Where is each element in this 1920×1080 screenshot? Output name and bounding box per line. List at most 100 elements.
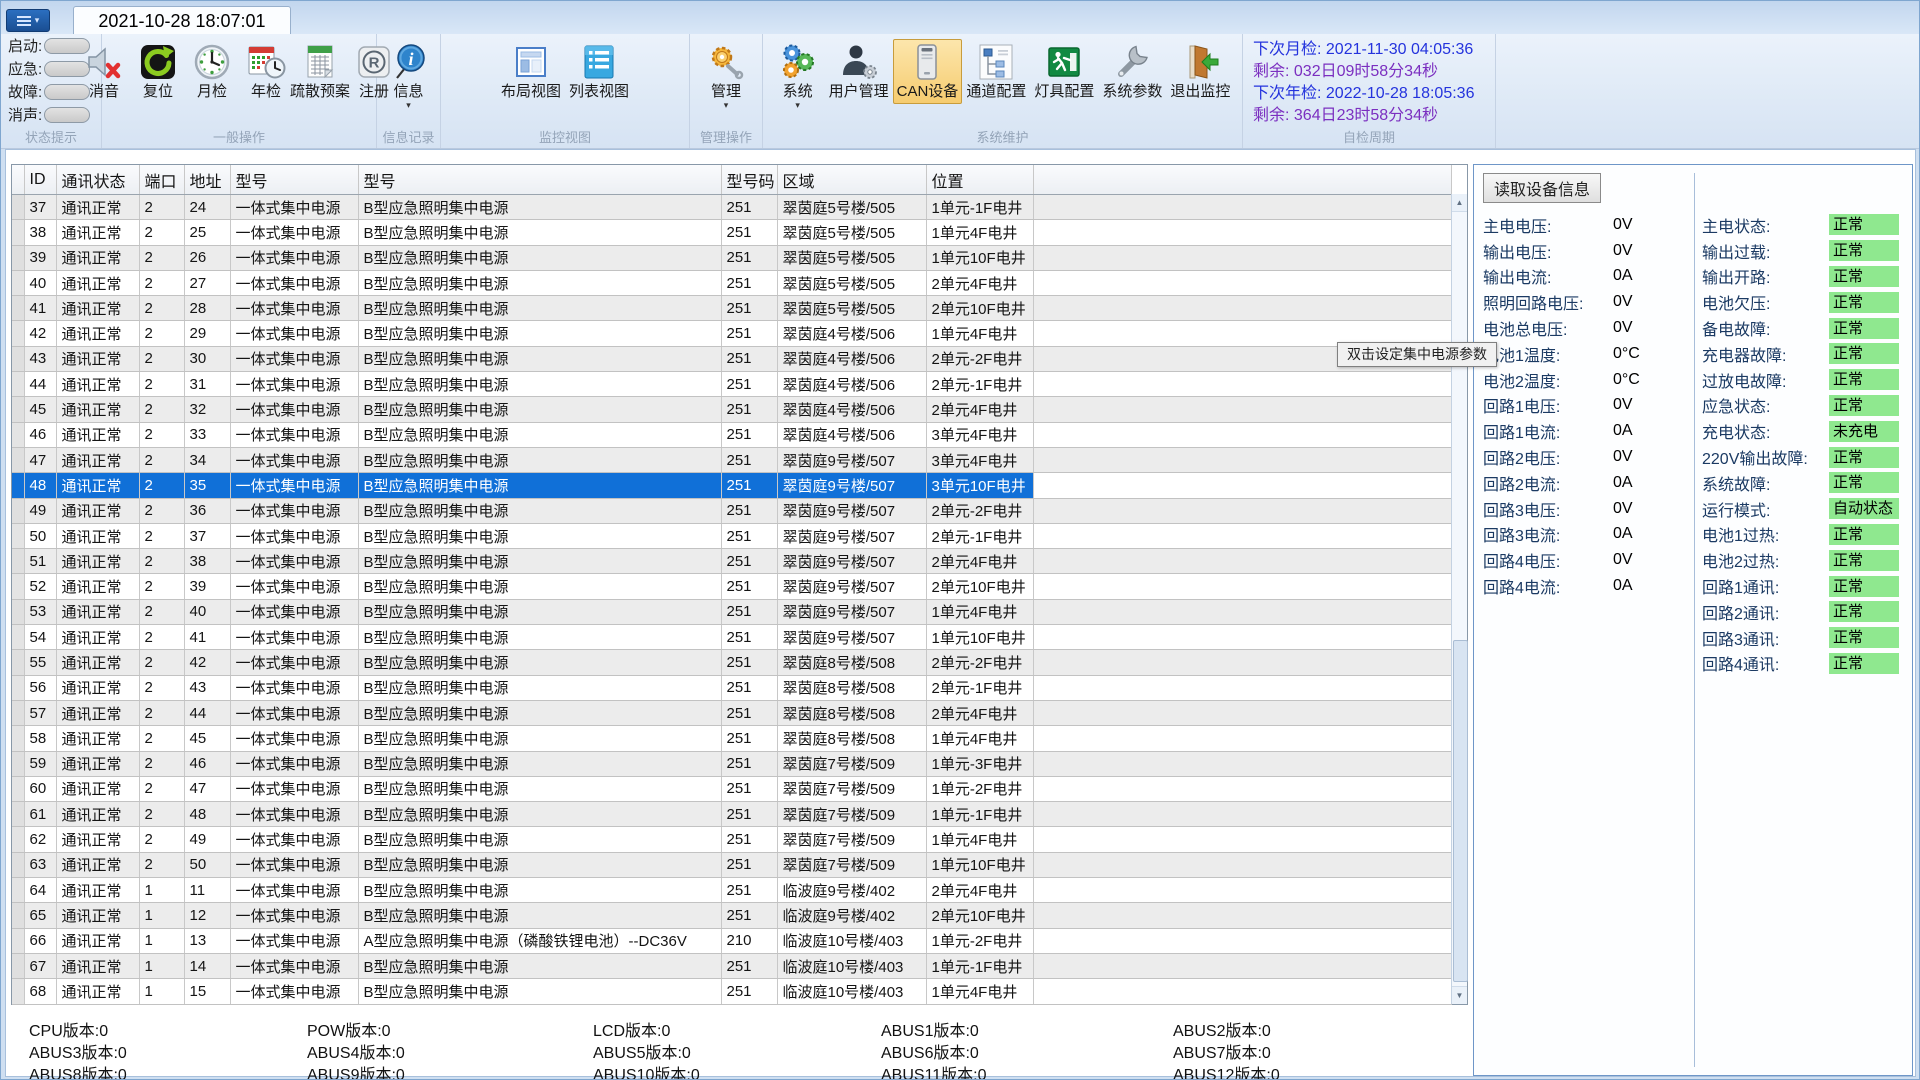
- table-row[interactable]: 65通讯正常112一体式集中电源B型应急照明集中电源251临波庭9号楼/4022…: [12, 903, 1451, 928]
- table-cell: 44: [184, 700, 230, 725]
- toolbar-button-manage-gear[interactable]: 管理▾: [699, 39, 753, 113]
- column-header[interactable]: 型号: [230, 165, 358, 195]
- table-row[interactable]: 41通讯正常228一体式集中电源B型应急照明集中电源251翠茵庭5号楼/5052…: [12, 296, 1451, 321]
- toolbar-button-system-gears[interactable]: 系统▾: [771, 39, 825, 113]
- table-row[interactable]: 46通讯正常233一体式集中电源B型应急照明集中电源251翠茵庭4号楼/5063…: [12, 422, 1451, 447]
- status-badge: 未充电: [1829, 421, 1899, 442]
- table-row[interactable]: 63通讯正常250一体式集中电源B型应急照明集中电源251翠茵庭7号楼/5091…: [12, 852, 1451, 877]
- table-cell: 临波庭10号楼/403: [777, 953, 926, 978]
- table-row[interactable]: 43通讯正常230一体式集中电源B型应急照明集中电源251翠茵庭4号楼/5062…: [12, 346, 1451, 371]
- table-cell-empty: [1033, 650, 1451, 675]
- toolbar-button-system-params[interactable]: 系统参数: [1098, 39, 1166, 104]
- measurement-row: 主电电压:0V: [1483, 212, 1688, 238]
- toolbar-button-reset[interactable]: 复位: [131, 39, 185, 104]
- table-cell: 251: [721, 625, 777, 650]
- column-header[interactable]: [12, 165, 24, 195]
- table-cell: 1单元10F电井: [926, 625, 1033, 650]
- column-header[interactable]: 地址: [184, 165, 230, 195]
- column-header[interactable]: 型号码: [721, 165, 777, 195]
- table-cell: 通讯正常: [56, 296, 139, 321]
- row-marker: [12, 878, 24, 903]
- table-row[interactable]: 47通讯正常234一体式集中电源B型应急照明集中电源251翠茵庭9号楼/5073…: [12, 447, 1451, 472]
- status-badge: 正常: [1829, 472, 1899, 493]
- toolbar-button-annual-check[interactable]: 年检: [239, 39, 293, 104]
- status-indicator-label: 启动:: [8, 35, 44, 56]
- table-row[interactable]: 50通讯正常237一体式集中电源B型应急照明集中电源251翠茵庭9号楼/5072…: [12, 523, 1451, 548]
- table-row[interactable]: 38通讯正常225一体式集中电源B型应急照明集中电源251翠茵庭5号楼/5051…: [12, 220, 1451, 245]
- table-row[interactable]: 51通讯正常238一体式集中电源B型应急照明集中电源251翠茵庭9号楼/5072…: [12, 549, 1451, 574]
- table-cell: 一体式集中电源: [230, 195, 358, 220]
- table-cell: 13: [184, 928, 230, 953]
- toolbar-button-monthly-check[interactable]: 月检: [185, 39, 239, 104]
- table-cell: 251: [721, 523, 777, 548]
- table-cell-empty: [1033, 878, 1451, 903]
- column-header[interactable]: 端口: [139, 165, 184, 195]
- table-row[interactable]: 55通讯正常242一体式集中电源B型应急照明集中电源251翠茵庭8号楼/5082…: [12, 650, 1451, 675]
- column-header[interactable]: 通讯状态: [56, 165, 139, 195]
- table-row[interactable]: 49通讯正常236一体式集中电源B型应急照明集中电源251翠茵庭9号楼/5072…: [12, 498, 1451, 523]
- toolbar-button-list-view[interactable]: 列表视图: [565, 39, 633, 104]
- column-header[interactable]: 位置: [926, 165, 1033, 195]
- toolbar-button-lamp-config[interactable]: 灯具配置: [1030, 39, 1098, 104]
- toolbar-button-evacuation-plan[interactable]: 疏散预案: [293, 39, 347, 104]
- table-row[interactable]: 48通讯正常235一体式集中电源B型应急照明集中电源251翠茵庭9号楼/5073…: [12, 473, 1451, 498]
- row-marker: [12, 776, 24, 801]
- table-row[interactable]: 52通讯正常239一体式集中电源B型应急照明集中电源251翠茵庭9号楼/5072…: [12, 574, 1451, 599]
- table-row[interactable]: 42通讯正常229一体式集中电源B型应急照明集中电源251翠茵庭4号楼/5061…: [12, 321, 1451, 346]
- device-status-row: 输出开路:正常: [1702, 264, 1907, 290]
- table-row[interactable]: 60通讯正常247一体式集中电源B型应急照明集中电源251翠茵庭7号楼/5091…: [12, 776, 1451, 801]
- toolbar-button-user-manage[interactable]: 用户管理: [825, 39, 893, 104]
- row-marker: [12, 296, 24, 321]
- column-header[interactable]: [1033, 165, 1451, 195]
- table-row[interactable]: 57通讯正常244一体式集中电源B型应急照明集中电源251翠茵庭8号楼/5082…: [12, 700, 1451, 725]
- reset-icon: [138, 42, 178, 82]
- vertical-scrollbar[interactable]: ▲ ▼: [1451, 194, 1467, 1004]
- table-row[interactable]: 59通讯正常246一体式集中电源B型应急照明集中电源251翠茵庭7号楼/5091…: [12, 751, 1451, 776]
- table-cell: 56: [24, 675, 56, 700]
- table-cell: 1: [139, 878, 184, 903]
- scrollbar-thumb[interactable]: [1453, 640, 1468, 982]
- table-row[interactable]: 62通讯正常249一体式集中电源B型应急照明集中电源251翠茵庭7号楼/5091…: [12, 827, 1451, 852]
- table-row[interactable]: 45通讯正常232一体式集中电源B型应急照明集中电源251翠茵庭4号楼/5062…: [12, 397, 1451, 422]
- table-cell-empty: [1033, 372, 1451, 397]
- table-row[interactable]: 44通讯正常231一体式集中电源B型应急照明集中电源251翠茵庭4号楼/5062…: [12, 372, 1451, 397]
- tab-datetime[interactable]: 2021-10-28 18:07:01: [73, 6, 291, 35]
- table-cell: 2: [139, 726, 184, 751]
- status-badge: 正常: [1829, 214, 1899, 235]
- table-row[interactable]: 40通讯正常227一体式集中电源B型应急照明集中电源251翠茵庭5号楼/5052…: [12, 270, 1451, 295]
- column-header[interactable]: 区域: [777, 165, 926, 195]
- toolbar-button-can-device[interactable]: CAN设备: [893, 39, 963, 104]
- toolbar-button-mute-speaker[interactable]: 消音: [77, 39, 131, 104]
- table-row[interactable]: 66通讯正常113一体式集中电源A型应急照明集中电源（磷酸铁锂电池）--DC36…: [12, 928, 1451, 953]
- table-row[interactable]: 39通讯正常226一体式集中电源B型应急照明集中电源251翠茵庭5号楼/5051…: [12, 245, 1451, 270]
- column-header[interactable]: ID: [24, 165, 56, 195]
- table-cell: 2: [139, 700, 184, 725]
- scroll-up-arrow[interactable]: ▲: [1452, 194, 1467, 212]
- version-label: ABUS8版本:0: [29, 1061, 127, 1080]
- table-row[interactable]: 64通讯正常111一体式集中电源B型应急照明集中电源251临波庭9号楼/4022…: [12, 878, 1451, 903]
- toolbar-button-channel-config[interactable]: 通道配置: [962, 39, 1030, 104]
- table-row[interactable]: 37通讯正常224一体式集中电源B型应急照明集中电源251翠茵庭5号楼/5051…: [12, 195, 1451, 220]
- column-header[interactable]: 型号: [358, 165, 721, 195]
- scroll-down-arrow[interactable]: ▼: [1452, 986, 1467, 1004]
- toolbar-button-info[interactable]: i信息▾: [382, 39, 436, 113]
- toolbar-button-layout-view[interactable]: 布局视图: [497, 39, 565, 104]
- table-row[interactable]: 68通讯正常115一体式集中电源B型应急照明集中电源251临波庭10号楼/403…: [12, 979, 1451, 1004]
- table-row[interactable]: 58通讯正常245一体式集中电源B型应急照明集中电源251翠茵庭8号楼/5081…: [12, 726, 1451, 751]
- menu-button[interactable]: ▾: [6, 9, 50, 32]
- table-row[interactable]: 53通讯正常240一体式集中电源B型应急照明集中电源251翠茵庭9号楼/5071…: [12, 599, 1451, 624]
- table-row[interactable]: 61通讯正常248一体式集中电源B型应急照明集中电源251翠茵庭7号楼/5091…: [12, 802, 1451, 827]
- selfcheck-schedule: 下次月检: 2021-11-30 04:05:36剩余: 032日09时58分3…: [1243, 34, 1495, 127]
- row-marker: [12, 953, 24, 978]
- table-row[interactable]: 67通讯正常114一体式集中电源B型应急照明集中电源251临波庭10号楼/403…: [12, 953, 1451, 978]
- table-cell: 一体式集中电源: [230, 625, 358, 650]
- table-cell: 49: [24, 498, 56, 523]
- device-status-row: 充电器故障:正常: [1702, 341, 1907, 367]
- table-cell: B型应急照明集中电源: [358, 700, 721, 725]
- read-device-info-button[interactable]: 读取设备信息: [1483, 173, 1601, 203]
- table-row[interactable]: 56通讯正常243一体式集中电源B型应急照明集中电源251翠茵庭8号楼/5082…: [12, 675, 1451, 700]
- status-badge: 正常: [1829, 576, 1899, 597]
- table-cell: 2: [139, 270, 184, 295]
- toolbar-button-exit-monitor[interactable]: 退出监控: [1166, 39, 1234, 104]
- table-row[interactable]: 54通讯正常241一体式集中电源B型应急照明集中电源251翠茵庭9号楼/5071…: [12, 625, 1451, 650]
